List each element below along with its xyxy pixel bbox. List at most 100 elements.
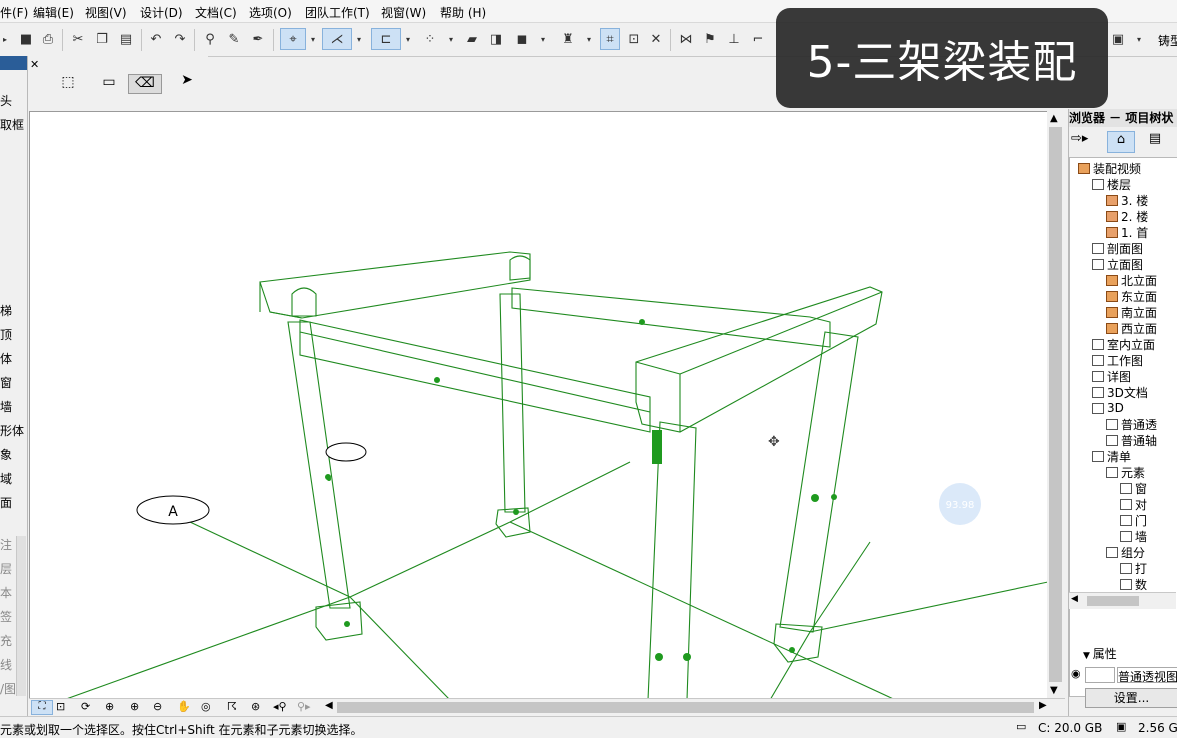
refresh-icon[interactable]: ⟳: [81, 700, 90, 713]
object-icon[interactable]: ♜: [558, 28, 578, 50]
scroll-down-icon[interactable]: ▼: [1050, 685, 1058, 696]
tree-item[interactable]: 1. 首: [1106, 224, 1148, 240]
zoom-window-icon[interactable]: ⊡: [56, 700, 65, 713]
tree-item[interactable]: 墙: [1120, 528, 1147, 544]
dropdown-arrow-icon[interactable]: ▾: [584, 28, 594, 50]
properties-header[interactable]: ▼ 属性: [1083, 645, 1117, 662]
dimension-icon[interactable]: ⊡: [624, 28, 644, 50]
tree-item[interactable]: 室内立面: [1092, 336, 1155, 352]
tool-item[interactable]: 象: [0, 446, 12, 463]
layer-icon[interactable]: ◼: [512, 28, 532, 50]
zoom-out-icon[interactable]: ⊖: [153, 700, 162, 713]
find-select-icon[interactable]: ⚲: [200, 28, 220, 50]
tool-item[interactable]: 线: [0, 656, 12, 673]
hatch-icon[interactable]: ⌗: [600, 28, 620, 50]
print-icon[interactable]: ⎙: [38, 28, 58, 50]
tool-item[interactable]: 注: [0, 536, 12, 553]
tree-item[interactable]: 北立面: [1106, 272, 1157, 288]
view-name-field[interactable]: 普通透视图: [1117, 667, 1177, 683]
tool-item[interactable]: 形体: [0, 422, 24, 439]
tool-item[interactable]: 头: [0, 92, 12, 109]
tree-item[interactable]: 装配视频: [1078, 160, 1141, 176]
previous-zoom-icon[interactable]: ◂⚲: [273, 700, 287, 713]
palette-scrollbar[interactable]: [16, 536, 26, 696]
settings-button[interactable]: 设置...: [1085, 688, 1177, 708]
tree-item[interactable]: 对: [1120, 496, 1147, 512]
close-icon[interactable]: ✕: [646, 28, 666, 50]
next-zoom-icon[interactable]: ⚲▸: [297, 700, 311, 713]
explore-icon[interactable]: ⊛: [251, 700, 260, 713]
scroll-right-icon[interactable]: ▶: [1039, 700, 1047, 711]
horizontal-scroll-thumb[interactable]: [337, 702, 1034, 713]
grid-snap-icon[interactable]: ⁘: [420, 28, 440, 50]
zoom-step-icon[interactable]: ⊕: [105, 700, 114, 713]
zoom-in-icon[interactable]: ⊕: [130, 700, 139, 713]
orbit-icon[interactable]: ◎: [201, 700, 211, 713]
inject-icon[interactable]: ✒: [248, 28, 268, 50]
tool-item[interactable]: 充: [0, 632, 12, 649]
project-tree[interactable]: 装配视频 楼层 3. 楼 2. 楼 1. 首剖面图 立面图 北立面 东立面 南立面 西立面 室内立面…: [1069, 157, 1177, 697]
tree-item[interactable]: 南立面: [1106, 304, 1157, 320]
tree-item[interactable]: 普通轴: [1106, 432, 1157, 448]
save-icon[interactable]: ■: [16, 28, 36, 50]
tool-item[interactable]: 取框: [0, 116, 24, 133]
tree-item[interactable]: 3D: [1092, 400, 1124, 416]
cut-icon[interactable]: ✂: [68, 28, 88, 50]
tree-item[interactable]: 数: [1120, 576, 1147, 592]
3d-model-drawing[interactable]: A 93.98 ✥: [30, 112, 1048, 700]
slab-icon[interactable]: ▰: [462, 28, 482, 50]
dropdown-arrow-icon[interactable]: ▾: [538, 28, 548, 50]
menu-document[interactable]: 文档(C): [195, 4, 237, 21]
3d-viewport[interactable]: A 93.98 ✥: [29, 111, 1049, 701]
viewport-vertical-scrollbar[interactable]: ▲ ▼: [1047, 111, 1064, 699]
snap-guide-icon[interactable]: ⋌: [322, 28, 352, 50]
scroll-thumb[interactable]: [1087, 596, 1139, 606]
project-map-icon[interactable]: ⌂: [1107, 131, 1135, 153]
layout-book-icon[interactable]: ▤: [1143, 131, 1167, 153]
dropdown-arrow-icon[interactable]: ▾: [354, 28, 364, 50]
tree-item[interactable]: 立面图: [1092, 256, 1143, 272]
dropdown-arrow-icon[interactable]: ▾: [1134, 28, 1144, 50]
tree-item[interactable]: 窗: [1120, 480, 1147, 496]
menu-teamwork[interactable]: 团队工作(T): [305, 4, 370, 21]
corner-icon[interactable]: ⌐: [748, 28, 768, 50]
paste-icon[interactable]: ▤: [116, 28, 136, 50]
menu-edit[interactable]: 编辑(E): [33, 4, 74, 21]
tool-item[interactable]: 墙: [0, 398, 12, 415]
panel-icon[interactable]: ▣: [1108, 28, 1128, 50]
tool-item[interactable]: 签: [0, 608, 12, 625]
dropdown-arrow-icon[interactable]: ▾: [446, 28, 456, 50]
menu-view[interactable]: 视图(V): [85, 4, 127, 21]
tree-horizontal-scrollbar[interactable]: ◀: [1069, 592, 1176, 609]
dropdown-arrow-icon[interactable]: ▸: [0, 28, 10, 50]
menu-help[interactable]: 帮助 (H): [440, 4, 486, 21]
undo-icon[interactable]: ↶: [146, 28, 166, 50]
tree-item[interactable]: 工作图: [1092, 352, 1143, 368]
view-id-field[interactable]: [1085, 667, 1115, 683]
tool-item[interactable]: 顶: [0, 326, 12, 343]
trace-icon[interactable]: ⌖: [280, 28, 306, 50]
arrow-cursor-icon[interactable]: ➤: [174, 72, 200, 92]
view-map-icon[interactable]: ⇨▸: [1071, 131, 1101, 153]
rectangle-select-icon[interactable]: ▭: [94, 74, 124, 94]
scroll-left-icon[interactable]: ◀: [325, 700, 333, 711]
copy-icon[interactable]: ❐: [92, 28, 112, 50]
menu-options[interactable]: 选项(O): [249, 4, 292, 21]
marquee-icon[interactable]: ⬚: [52, 74, 84, 94]
tree-item[interactable]: 普通透: [1106, 416, 1157, 432]
eraser-icon[interactable]: ⌫: [128, 74, 162, 94]
dropdown-arrow-icon[interactable]: ▾: [308, 28, 318, 50]
elevate-icon[interactable]: ⊥: [724, 28, 744, 50]
pick-up-icon[interactable]: ✎: [224, 28, 244, 50]
tree-item[interactable]: 剖面图: [1092, 240, 1143, 256]
tree-item[interactable]: 门: [1120, 512, 1147, 528]
fit-view-icon[interactable]: ⛶: [31, 700, 53, 715]
tool-item[interactable]: /图: [0, 680, 16, 697]
pan-icon[interactable]: ✋: [177, 700, 191, 713]
tool-item[interactable]: 面: [0, 494, 12, 511]
tool-item[interactable]: 体: [0, 350, 12, 367]
marker-icon[interactable]: ⚑: [700, 28, 720, 50]
tree-item[interactable]: 西立面: [1106, 320, 1157, 336]
tree-item[interactable]: 元素: [1106, 464, 1145, 480]
redo-icon[interactable]: ↷: [170, 28, 190, 50]
